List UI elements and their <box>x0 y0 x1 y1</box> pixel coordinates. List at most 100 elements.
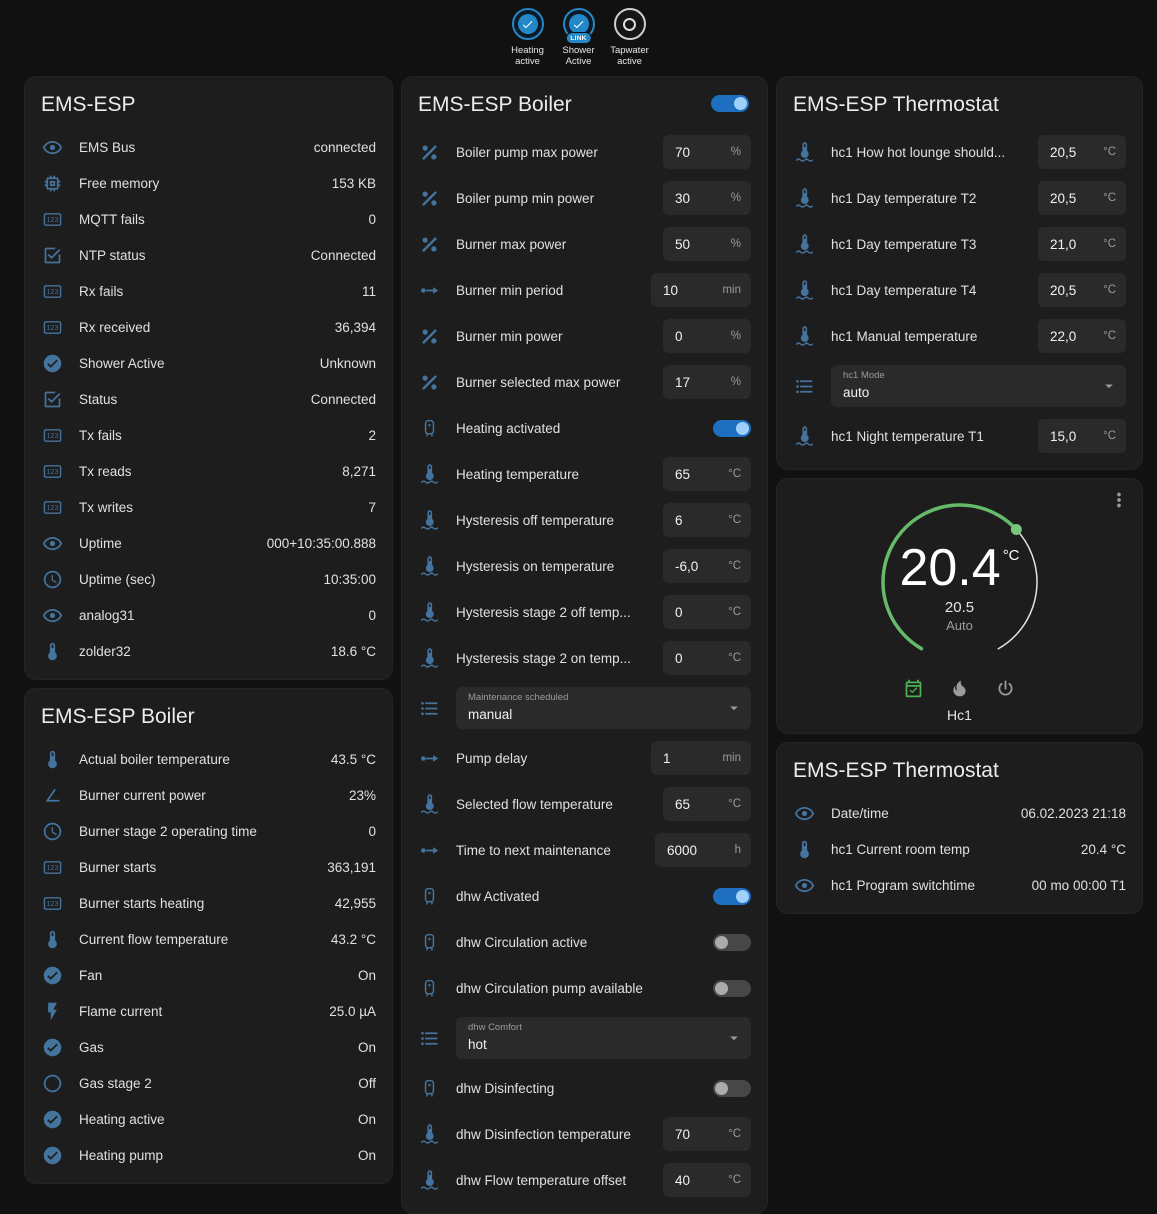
entity-row[interactable]: hc1 Current room temp20.4 °C <box>777 831 1142 867</box>
number-input[interactable]: 65°C <box>663 787 751 821</box>
entity-name: Tx writes <box>79 500 356 515</box>
state-badge[interactable]: Tapwater active <box>607 8 653 68</box>
entity-row[interactable]: Flame current25.0 µA <box>25 993 392 1029</box>
number-input[interactable]: 10min <box>651 273 751 307</box>
number-input[interactable]: 0°C <box>663 595 751 629</box>
number-input[interactable]: 0°C <box>663 641 751 675</box>
toggle-switch[interactable] <box>713 888 751 905</box>
control-name: Boiler pump max power <box>456 145 663 160</box>
entity-list: EMS BusconnectedFree memory153 KB123MQTT… <box>25 129 392 669</box>
entity-row[interactable]: analog310 <box>25 597 392 633</box>
calendar-check-icon[interactable] <box>903 677 925 699</box>
entity-row[interactable]: 123Tx fails2 <box>25 417 392 453</box>
entity-row[interactable]: EMS Busconnected <box>25 129 392 165</box>
boiler-icon <box>418 931 440 953</box>
svg-text:123: 123 <box>46 865 58 872</box>
number-unit: °C <box>728 1128 751 1140</box>
entity-row[interactable]: Shower ActiveUnknown <box>25 345 392 381</box>
card-ems-status: EMS-ESP EMS BusconnectedFree memory153 K… <box>24 76 393 680</box>
water-thermo-icon <box>793 325 815 347</box>
entity-row[interactable]: zolder3218.6 °C <box>25 633 392 669</box>
zone-name: Hc1 <box>777 707 1142 723</box>
entity-row[interactable]: 123Rx fails11 <box>25 273 392 309</box>
entity-row[interactable]: Actual boiler temperature43.5 °C <box>25 741 392 777</box>
number-value: 65 <box>663 797 728 812</box>
number-unit: % <box>731 238 751 250</box>
entity-row[interactable]: 123Burner starts heating42,955 <box>25 885 392 921</box>
toggle-switch[interactable] <box>713 980 751 997</box>
entity-row[interactable]: Date/time06.02.2023 21:18 <box>777 795 1142 831</box>
entity-row[interactable]: 123Rx received36,394 <box>25 309 392 345</box>
number-input[interactable]: 22,0°C <box>1038 319 1126 353</box>
number-unit: °C <box>728 468 751 480</box>
card-master-toggle[interactable] <box>711 95 749 112</box>
fire-icon[interactable] <box>949 677 971 699</box>
number-input[interactable]: 30% <box>663 181 751 215</box>
hvac-mode-buttons <box>777 677 1142 699</box>
number-input[interactable]: 20,5°C <box>1038 181 1126 215</box>
select-label: Maintenance scheduled <box>468 692 568 703</box>
toggle-switch[interactable] <box>713 934 751 951</box>
more-options-button[interactable] <box>1108 489 1132 513</box>
select-dropdown[interactable]: Maintenance scheduledmanual <box>456 687 751 729</box>
number-input[interactable]: 40°C <box>663 1163 751 1197</box>
number-input[interactable]: 50% <box>663 227 751 261</box>
select-dropdown[interactable]: dhw Comforthot <box>456 1017 751 1059</box>
entity-row[interactable]: 123MQTT fails0 <box>25 201 392 237</box>
entity-row[interactable]: FanOn <box>25 957 392 993</box>
entity-row[interactable]: hc1 Program switchtime00 mo 00:00 T1 <box>777 867 1142 903</box>
toggle-switch[interactable] <box>713 420 751 437</box>
number-input[interactable]: 70% <box>663 135 751 169</box>
power-icon[interactable] <box>995 677 1017 699</box>
number-input[interactable]: -6,0°C <box>663 549 751 583</box>
water-thermo-icon <box>418 463 440 485</box>
number-input[interactable]: 0% <box>663 319 751 353</box>
entity-row[interactable]: StatusConnected <box>25 381 392 417</box>
entity-value: On <box>358 968 376 983</box>
number-input[interactable]: 20,5°C <box>1038 135 1126 169</box>
entity-row[interactable]: Burner stage 2 operating time0 <box>25 813 392 849</box>
number-input[interactable]: 17% <box>663 365 751 399</box>
number-value: 10 <box>651 283 722 298</box>
entity-row[interactable]: Heating activeOn <box>25 1101 392 1137</box>
entity-row[interactable]: Uptime000+10:35:00.888 <box>25 525 392 561</box>
entity-row[interactable]: 123Tx writes7 <box>25 489 392 525</box>
state-badge[interactable]: LINKShower Active <box>556 8 602 68</box>
number-input[interactable]: 15,0°C <box>1038 419 1126 453</box>
water-thermo-icon <box>793 187 815 209</box>
number-input[interactable]: 1min <box>651 741 751 775</box>
number-value: 20,5 <box>1038 145 1103 160</box>
entity-list: Actual boiler temperature43.5 °CBurner c… <box>25 741 392 1173</box>
ray-icon <box>418 839 440 861</box>
toggle-thumb <box>736 422 749 435</box>
entity-row[interactable]: Current flow temperature43.2 °C <box>25 921 392 957</box>
entity-row[interactable]: GasOn <box>25 1029 392 1065</box>
number-input[interactable]: 21,0°C <box>1038 227 1126 261</box>
toggle-switch[interactable] <box>713 1080 751 1097</box>
entity-row[interactable]: Uptime (sec)10:35:00 <box>25 561 392 597</box>
number-value: 20,5 <box>1038 283 1103 298</box>
number-input[interactable]: 70°C <box>663 1117 751 1151</box>
number-value: 17 <box>663 375 731 390</box>
number-input[interactable]: 20,5°C <box>1038 273 1126 307</box>
entity-value: Unknown <box>320 356 376 371</box>
thermostat-dial[interactable]: 20.4 °C 20.5 Auto <box>875 497 1045 667</box>
state-badge[interactable]: Heating active <box>505 8 551 68</box>
number-unit: °C <box>728 1174 751 1186</box>
control-row: Selected flow temperature65°C <box>402 781 767 827</box>
entity-row[interactable]: NTP statusConnected <box>25 237 392 273</box>
entity-row[interactable]: 123Burner starts363,191 <box>25 849 392 885</box>
control-row: Pump delay1min <box>402 735 767 781</box>
entity-row[interactable]: Free memory153 KB <box>25 165 392 201</box>
entity-row[interactable]: Burner current power23% <box>25 777 392 813</box>
entity-row[interactable]: Gas stage 2Off <box>25 1065 392 1101</box>
number-input[interactable]: 65°C <box>663 457 751 491</box>
control-row: Burner min power0% <box>402 313 767 359</box>
thermometer-icon <box>41 748 63 770</box>
entity-value: 06.02.2023 21:18 <box>1021 806 1126 821</box>
entity-row[interactable]: 123Tx reads8,271 <box>25 453 392 489</box>
number-input[interactable]: 6°C <box>663 503 751 537</box>
entity-row[interactable]: Heating pumpOn <box>25 1137 392 1173</box>
select-dropdown[interactable]: hc1 Modeauto <box>831 365 1126 407</box>
number-input[interactable]: 6000h <box>655 833 751 867</box>
